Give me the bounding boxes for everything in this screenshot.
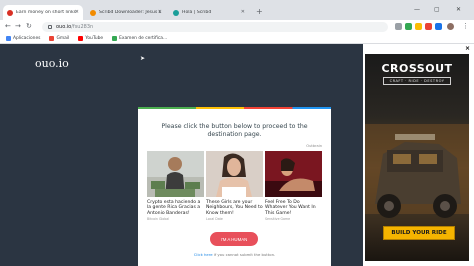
bookmarks-bar: Aplicaciones Gmail YouTube Examen de cer…	[0, 34, 474, 44]
ad-tile[interactable]: Feel Free To Do Whatever You Want In Thi…	[265, 151, 322, 221]
url-host: ouo.io	[56, 24, 72, 30]
ad-source: Bitcoin Global	[147, 216, 170, 221]
site-logo[interactable]: ouo.io	[35, 57, 69, 70]
extension-icon[interactable]	[395, 23, 402, 30]
address-bar[interactable]: ouo.io/fsu283n	[42, 22, 388, 32]
menu-kebab-icon[interactable]: ⋮	[462, 22, 469, 30]
youtube-icon	[78, 36, 84, 41]
ouo-favicon-icon	[7, 9, 13, 16]
minimize-icon[interactable]: —	[414, 6, 420, 13]
close-window-icon[interactable]: ✕	[456, 6, 461, 13]
proceed-card: Please click the button below to proceed…	[138, 107, 331, 266]
sponsored-ads: Crypto esta haciendo a la gente Rica Gra…	[147, 151, 322, 221]
extension-icon[interactable]	[405, 23, 412, 30]
ad-title[interactable]: Feel Free To Do Whatever You Want In Thi…	[265, 200, 322, 216]
ad-title[interactable]: These Girls are your Neighbours, You Nee…	[206, 200, 263, 216]
bookmark-gmail[interactable]: Gmail	[49, 36, 69, 41]
page-content: ouo.io ➤ Please click the button below t…	[0, 44, 474, 266]
outbrain-label[interactable]: Outbrain	[306, 144, 322, 148]
reload-icon[interactable]: ↻	[26, 22, 32, 30]
bookmark-aplicaciones[interactable]: Aplicaciones	[6, 36, 40, 41]
maximize-icon[interactable]: ▢	[434, 6, 440, 13]
crossout-banner[interactable]: CROSSOUT CRAFT · RIDE · DESTROY BUILD YO…	[365, 54, 469, 261]
ad-tile[interactable]: These Girls are your Neighbours, You Nee…	[206, 151, 263, 221]
certificate-icon	[112, 36, 118, 41]
bookmark-label: Examen de certifica...	[119, 36, 168, 41]
scribd-favicon-icon	[173, 9, 179, 16]
forward-arrow-icon[interactable]: →	[15, 22, 21, 30]
tab-label: Hola | Scribd	[182, 10, 212, 15]
im-a-human-button[interactable]: I'M A HUMAN	[210, 232, 258, 246]
close-tab-icon[interactable]: ✕	[158, 9, 162, 15]
color-strip	[138, 107, 331, 109]
help-line: Click here if you cannot submit the butt…	[138, 252, 331, 257]
ad-image[interactable]	[147, 151, 204, 197]
click-here-link[interactable]: Click here	[194, 252, 213, 257]
back-arrow-icon[interactable]: ←	[5, 22, 11, 30]
bookmark-label: Gmail	[56, 36, 70, 41]
close-ad-icon[interactable]: ×	[465, 45, 470, 52]
ad-image[interactable]	[206, 151, 263, 197]
browser-toolbar: ← → ↻ ouo.io/fsu283n ⋮	[0, 20, 474, 34]
bookmark-examen[interactable]: Examen de certifica...	[112, 36, 167, 41]
ad-tile[interactable]: Crypto esta haciendo a la gente Rica Gra…	[147, 151, 204, 221]
extension-icon[interactable]	[435, 23, 442, 30]
close-tab-icon[interactable]: ✕	[75, 9, 79, 15]
tab-label: Earn money on short links. Make	[16, 10, 78, 15]
scribd-downloader-favicon-icon	[90, 9, 96, 16]
url-path: /fsu283n	[71, 24, 94, 30]
lock-icon	[48, 25, 52, 29]
crossout-title: CROSSOUT	[381, 62, 453, 75]
tab-label: Scribd Downloader: Jesus Down	[99, 10, 161, 15]
tab-scribd-downloader[interactable]: Scribd Downloader: Jesus Down ✕	[86, 5, 166, 20]
ad-image[interactable]	[265, 151, 322, 197]
tab-scribd[interactable]: Hola | Scribd ✕	[169, 5, 249, 20]
profile-avatar-icon[interactable]	[447, 23, 454, 30]
gmail-icon	[49, 36, 55, 41]
ad-source: Local Date	[206, 216, 223, 221]
mouse-cursor-icon: ➤	[140, 55, 146, 62]
crossout-subtitle: CRAFT · RIDE · DESTROY	[383, 77, 451, 85]
bookmark-youtube[interactable]: YouTube	[78, 36, 103, 41]
apps-grid-icon	[6, 36, 11, 41]
bookmark-label: YouTube	[85, 36, 104, 41]
build-your-ride-button[interactable]: BUILD YOUR RIDE	[383, 226, 455, 240]
close-tab-icon[interactable]: ✕	[241, 9, 245, 15]
bookmark-label: Aplicaciones	[13, 36, 41, 41]
instruction-text: Please click the button below to proceed…	[161, 123, 308, 138]
side-ad-panel: × CROSSOUT CRAFT · RIDE · DESTROY BUILD …	[363, 44, 474, 266]
ad-source: Sensitive Game	[265, 216, 291, 221]
tab-ouo[interactable]: Earn money on short links. Make ✕	[3, 5, 83, 20]
ad-title[interactable]: Crypto esta haciendo a la gente Rica Gra…	[147, 200, 204, 216]
new-tab-button[interactable]: +	[256, 7, 263, 16]
tab-strip: Earn money on short links. Make ✕ Scribd…	[0, 0, 474, 20]
extension-icon[interactable]	[425, 23, 432, 30]
extension-icon[interactable]	[415, 23, 422, 30]
help-text: if you cannot submit the button.	[212, 252, 276, 257]
